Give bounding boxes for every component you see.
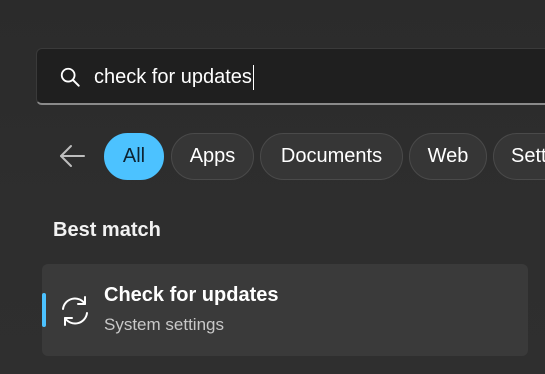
filter-chip-all[interactable]: All <box>104 133 164 180</box>
back-button[interactable] <box>52 138 92 174</box>
filter-chip-label: All <box>122 145 146 167</box>
search-icon <box>60 67 80 87</box>
filter-chip-label: Documents <box>280 145 383 167</box>
selection-indicator <box>42 293 46 327</box>
filter-chip-documents[interactable]: Documents <box>260 133 403 180</box>
back-arrow-icon <box>60 145 85 167</box>
result-subtitle: System settings <box>104 315 224 334</box>
sync-icon <box>62 296 88 326</box>
text-caret <box>252 64 255 90</box>
filter-chip-label: Web <box>427 145 469 167</box>
search-input[interactable]: check for updates <box>94 63 255 91</box>
filter-chip-label: Setti <box>511 145 545 167</box>
search-query: check for updates <box>94 65 252 88</box>
search-box[interactable]: check for updates <box>36 48 545 105</box>
filter-chip-web[interactable]: Web <box>409 133 487 180</box>
filter-chip-apps[interactable]: Apps <box>171 133 254 180</box>
best-match-heading: Best match <box>53 219 161 241</box>
result-title: Check for updates <box>104 284 279 306</box>
filter-chip-label: Apps <box>189 145 236 167</box>
search-panel: check for updates All Apps Documents Web… <box>0 0 545 374</box>
filter-chip-settings[interactable]: Setti <box>493 133 545 180</box>
best-match-result[interactable]: Check for updates System settings <box>42 264 528 356</box>
